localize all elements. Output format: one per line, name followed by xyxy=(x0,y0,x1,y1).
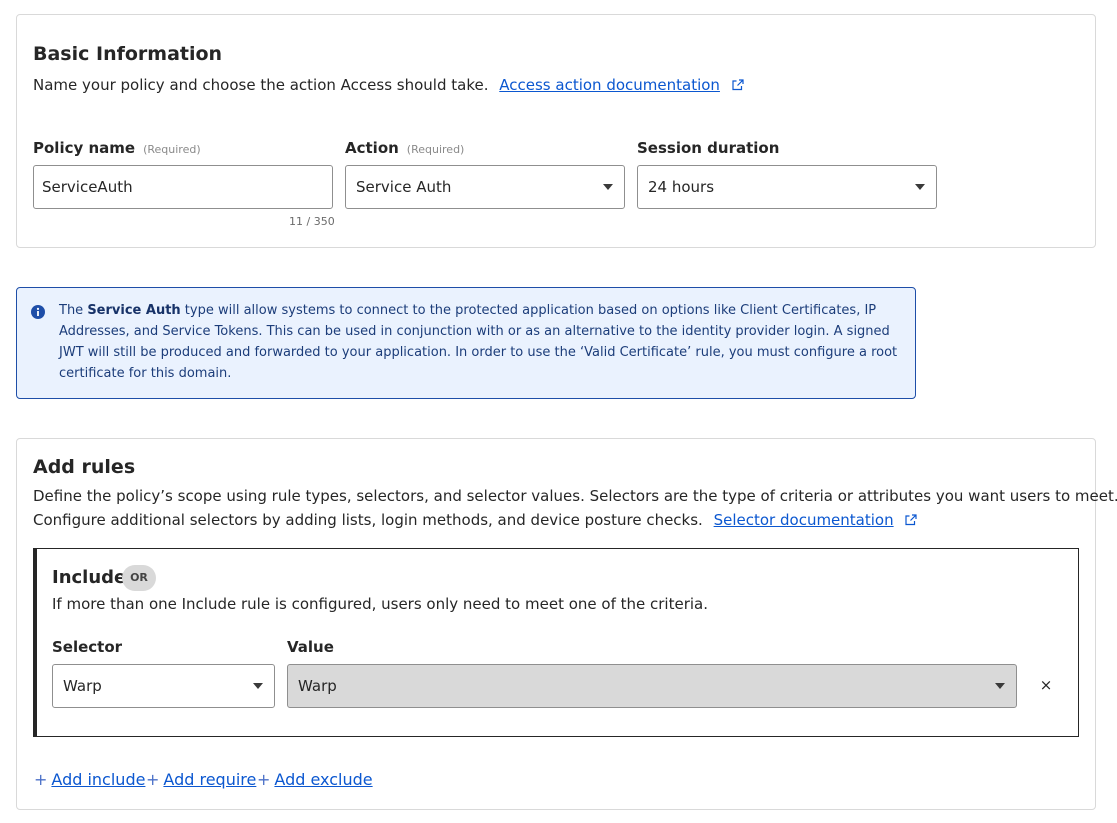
basic-information-title: Basic Information xyxy=(33,43,223,65)
info-bold-service-auth: Service Auth xyxy=(87,303,181,318)
session-duration-value: 24 hours xyxy=(648,178,715,196)
chevron-down-icon xyxy=(995,683,1005,689)
include-rule-group xyxy=(33,548,1079,737)
basic-information-text: Name your policy and choose the action A… xyxy=(33,76,489,94)
session-duration-label: Session duration xyxy=(637,139,780,157)
plus-icon: + xyxy=(34,770,48,789)
policy-name-label: Policy name (Required) xyxy=(33,139,201,157)
add-rules-description-line1: Define the policy’s scope using rule typ… xyxy=(33,487,1117,505)
action-required: (Required) xyxy=(406,143,465,156)
add-require-label: Add require xyxy=(163,770,257,789)
policy-name-char-counter: 11 / 350 xyxy=(289,215,335,228)
basic-information-description: Name your policy and choose the action A… xyxy=(33,73,744,97)
selector-doc-link[interactable]: Selector documentation xyxy=(714,511,894,529)
include-description: If more than one Include rule is configu… xyxy=(52,595,708,613)
plus-icon: + xyxy=(146,770,160,789)
info-banner-text: The Service Auth type will allow systems… xyxy=(59,300,899,384)
action-label-text: Action xyxy=(345,139,399,157)
selector-label: Selector xyxy=(52,638,123,656)
remove-rule-button[interactable]: × xyxy=(1036,674,1056,696)
info-body: type will allow systems to connect to th… xyxy=(59,303,898,381)
add-exclude-label: Add exclude xyxy=(274,770,373,789)
chevron-down-icon xyxy=(603,184,613,190)
add-rules-description-text: Configure additional selectors by adding… xyxy=(33,511,703,529)
value-selected-value: Warp xyxy=(298,677,337,695)
access-action-doc-link[interactable]: Access action documentation xyxy=(499,76,720,94)
policy-name-value: ServiceAuth xyxy=(42,178,133,196)
chevron-down-icon xyxy=(915,184,925,190)
session-duration-select[interactable]: 24 hours xyxy=(637,165,937,209)
add-rules-description-line2: Configure additional selectors by adding… xyxy=(33,508,917,532)
add-rules-title: Add rules xyxy=(33,456,136,478)
selector-select[interactable]: Warp xyxy=(52,664,275,708)
service-auth-info-banner: The Service Auth type will allow systems… xyxy=(16,287,916,399)
value-label: Value xyxy=(287,638,334,656)
selector-selected-value: Warp xyxy=(63,677,102,695)
policy-name-required: (Required) xyxy=(143,143,201,156)
add-exclude-link[interactable]: + Add exclude xyxy=(257,770,373,789)
add-include-label: Add include xyxy=(51,770,146,789)
chevron-down-icon xyxy=(253,683,263,689)
plus-icon: + xyxy=(257,770,271,789)
include-title: Include xyxy=(52,567,127,588)
external-link-icon xyxy=(905,514,917,526)
action-select[interactable]: Service Auth xyxy=(345,165,625,209)
policy-name-input[interactable]: ServiceAuth xyxy=(33,165,333,209)
add-include-link[interactable]: + Add include xyxy=(34,770,145,789)
info-prefix: The xyxy=(59,303,88,318)
value-select: Warp xyxy=(287,664,1017,708)
policy-name-label-text: Policy name xyxy=(33,139,136,157)
action-selected-value: Service Auth xyxy=(356,178,452,196)
info-icon xyxy=(31,305,45,319)
external-link-icon xyxy=(732,79,744,91)
action-label: Action (Required) xyxy=(345,139,464,157)
add-require-link[interactable]: + Add require xyxy=(146,770,256,789)
or-badge: OR xyxy=(122,565,156,591)
